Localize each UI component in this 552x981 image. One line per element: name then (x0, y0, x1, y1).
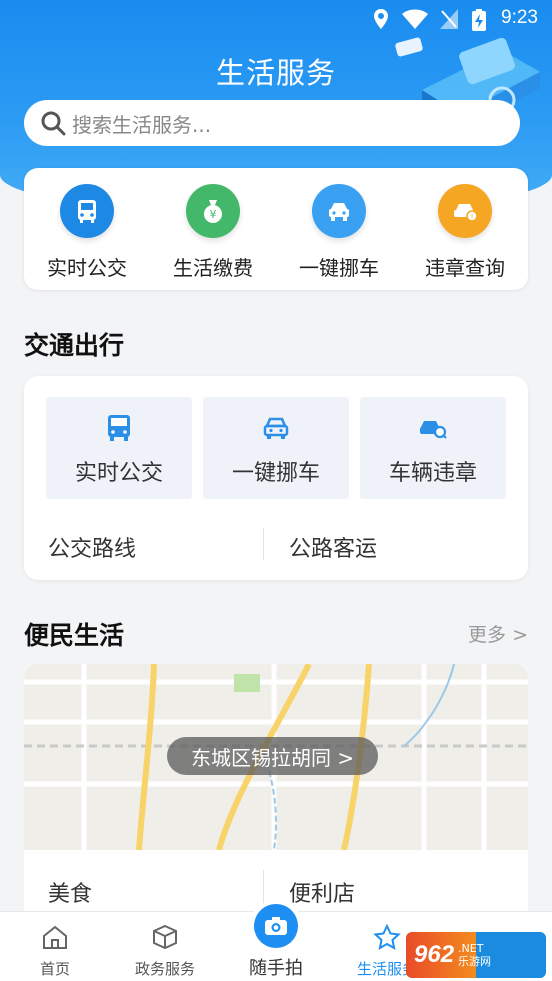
traffic-card: 实时公交 一键挪车 车辆违章 公交路线 公路客运 (24, 376, 528, 580)
star-icon (373, 923, 401, 950)
svg-text:!: ! (471, 213, 474, 221)
traffic-realtime-bus[interactable]: 实时公交 (46, 397, 192, 499)
nav-government-services[interactable]: 政务服务 (110, 912, 220, 979)
car-front-icon (263, 417, 289, 439)
bus-icon (60, 184, 114, 238)
map-view[interactable]: 东城区锡拉胡同 > (24, 664, 528, 851)
quick-action-realtime-bus[interactable]: 实时公交 (24, 168, 150, 290)
search-icon (41, 111, 66, 136)
car-search-icon (420, 421, 447, 439)
watermark-site: 乐游网 (458, 955, 492, 968)
divider (263, 870, 264, 904)
search-placeholder: 搜索生活服务... (72, 112, 212, 137)
camera-icon (265, 917, 287, 935)
link-bus-routes[interactable]: 公交路线 (48, 531, 136, 563)
car-violation-icon: ! (438, 184, 492, 238)
section-title-traffic: 交通出行 (24, 331, 125, 360)
watermark-text: 962 (414, 941, 455, 968)
quick-action-label: 实时公交 (47, 256, 127, 280)
svg-text:¥: ¥ (210, 208, 217, 221)
quick-actions-card: 实时公交 ¥ 生活缴费 一键挪车 ! 违章查询 (24, 168, 528, 290)
watermark-net: .NET (458, 942, 484, 955)
signal-icon (440, 9, 458, 29)
section-title-life: 便民生活 (24, 621, 125, 650)
car-icon (312, 184, 366, 238)
traffic-move-car[interactable]: 一键挪车 (203, 397, 349, 499)
search-input[interactable]: 搜索生活服务... (24, 100, 520, 146)
cube-icon (153, 924, 177, 950)
quick-action-label: 一键挪车 (299, 256, 379, 280)
bus-icon (108, 415, 130, 441)
traffic-vehicle-violation[interactable]: 车辆违章 (360, 397, 506, 499)
nav-home[interactable]: 首页 (0, 912, 110, 979)
quick-action-bill-payment[interactable]: ¥ 生活缴费 (150, 168, 276, 290)
nav-label: 首页 (39, 960, 70, 978)
link-convenience-store[interactable]: 便利店 (289, 876, 355, 908)
quick-action-move-car[interactable]: 一键挪车 (276, 168, 402, 290)
page-title: 生活服务 (215, 56, 336, 90)
traffic-box-label: 实时公交 (74, 461, 163, 486)
nav-snapshot-button[interactable] (254, 904, 298, 948)
nav-label-snapshot[interactable]: 随手拍 (236, 954, 316, 980)
divider (263, 528, 264, 560)
quick-action-label: 生活缴费 (173, 256, 253, 280)
money-bag-icon: ¥ (186, 184, 240, 238)
nav-label: 政务服务 (134, 960, 195, 978)
status-bar: 9:23 (0, 0, 552, 40)
traffic-box-label: 一键挪车 (231, 461, 320, 486)
home-icon (43, 925, 67, 949)
quick-action-label: 违章查询 (425, 256, 505, 280)
location-icon (374, 9, 388, 29)
life-card: 东城区锡拉胡同 > 美食 便利店 (24, 664, 528, 924)
watermark-subtext: .NET 乐游网 (458, 942, 491, 968)
location-pill[interactable]: 东城区锡拉胡同 > (167, 737, 379, 775)
status-time: 9:23 (501, 7, 538, 28)
wifi-icon (402, 9, 428, 29)
more-link[interactable]: 更多 > (468, 620, 528, 647)
traffic-box-label: 车辆违章 (388, 461, 477, 486)
link-food[interactable]: 美食 (48, 876, 92, 908)
link-highway-passenger[interactable]: 公路客运 (289, 531, 377, 563)
watermark-logo: 962 .NET 乐游网 (406, 932, 546, 978)
quick-action-violation-query[interactable]: ! 违章查询 (402, 168, 528, 290)
battery-charging-icon (472, 9, 486, 31)
